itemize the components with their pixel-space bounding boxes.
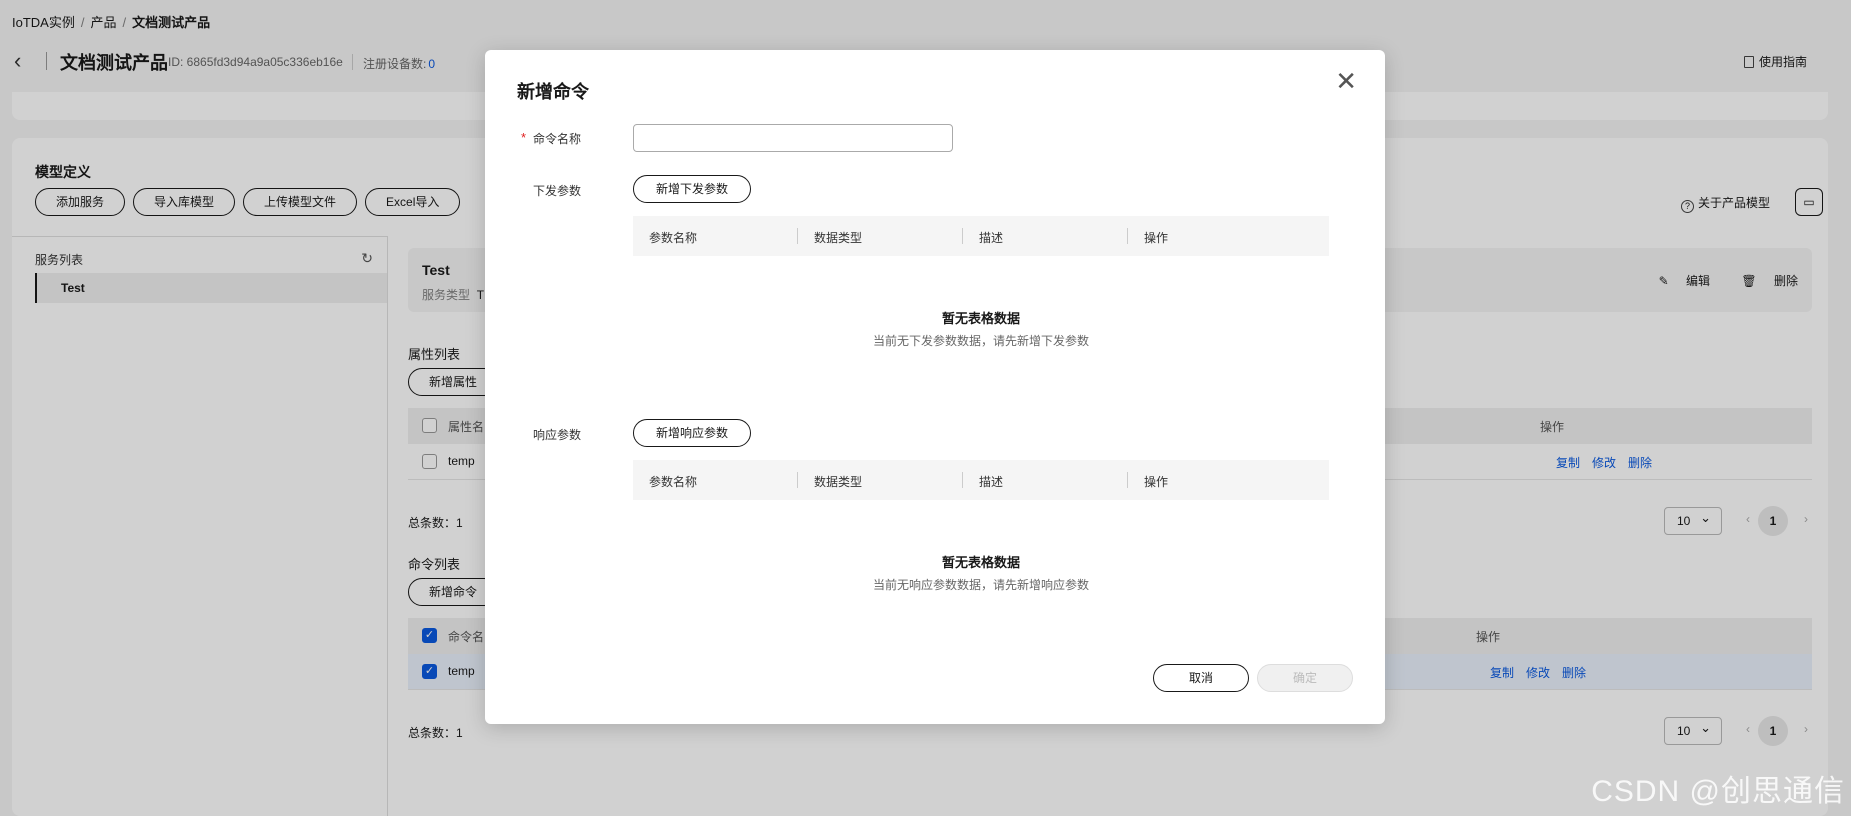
column-divider: [1127, 228, 1128, 244]
add-command-dialog: 新增命令 ✕ * 命令名称 下发参数 新增下发参数 参数名称 数据类型 描述 操…: [485, 50, 1385, 724]
description-header: 描述: [979, 231, 1004, 245]
resp-params-header: 参数名称 数据类型 描述 操作: [633, 460, 1329, 500]
resp-params-table: 参数名称 数据类型 描述 操作 暂无表格数据 当前无响应参数数据，请先新增响应参…: [633, 460, 1329, 592]
cancel-button[interactable]: 取消: [1153, 664, 1249, 692]
column-divider: [1127, 472, 1128, 488]
data-type-header: 数据类型: [814, 231, 863, 245]
description-header: 描述: [979, 475, 1004, 489]
column-divider: [797, 472, 798, 488]
column-divider: [797, 228, 798, 244]
operation-header: 操作: [1144, 231, 1169, 245]
confirm-button[interactable]: 确定: [1257, 664, 1353, 692]
resp-params-label: 响应参数: [533, 428, 582, 442]
command-name-label: 命令名称: [533, 132, 582, 146]
operation-header: 操作: [1144, 475, 1169, 489]
required-mark: *: [521, 130, 527, 145]
down-params-label: 下发参数: [533, 184, 582, 198]
empty-title: 暂无表格数据: [941, 555, 1020, 570]
down-params-table: 参数名称 数据类型 描述 操作 暂无表格数据 当前无下发参数数据，请先新增下发参…: [633, 216, 1329, 348]
down-params-header: 参数名称 数据类型 描述 操作: [633, 216, 1329, 256]
watermark: CSDN @创思通信: [1591, 775, 1845, 808]
close-icon[interactable]: ✕: [1335, 68, 1357, 94]
column-divider: [962, 228, 963, 244]
empty-subtitle: 当前无下发参数数据，请先新增下发参数: [872, 334, 1089, 348]
command-name-input[interactable]: [633, 124, 953, 152]
column-divider: [962, 472, 963, 488]
param-name-header: 参数名称: [649, 231, 698, 245]
dialog-title: 新增命令: [517, 82, 589, 102]
data-type-header: 数据类型: [814, 475, 863, 489]
add-resp-param-button[interactable]: 新增响应参数: [633, 419, 752, 447]
empty-title: 暂无表格数据: [941, 311, 1020, 326]
param-name-header: 参数名称: [649, 475, 698, 489]
empty-subtitle: 当前无响应参数数据，请先新增响应参数: [872, 578, 1089, 592]
add-down-param-button[interactable]: 新增下发参数: [633, 175, 752, 203]
